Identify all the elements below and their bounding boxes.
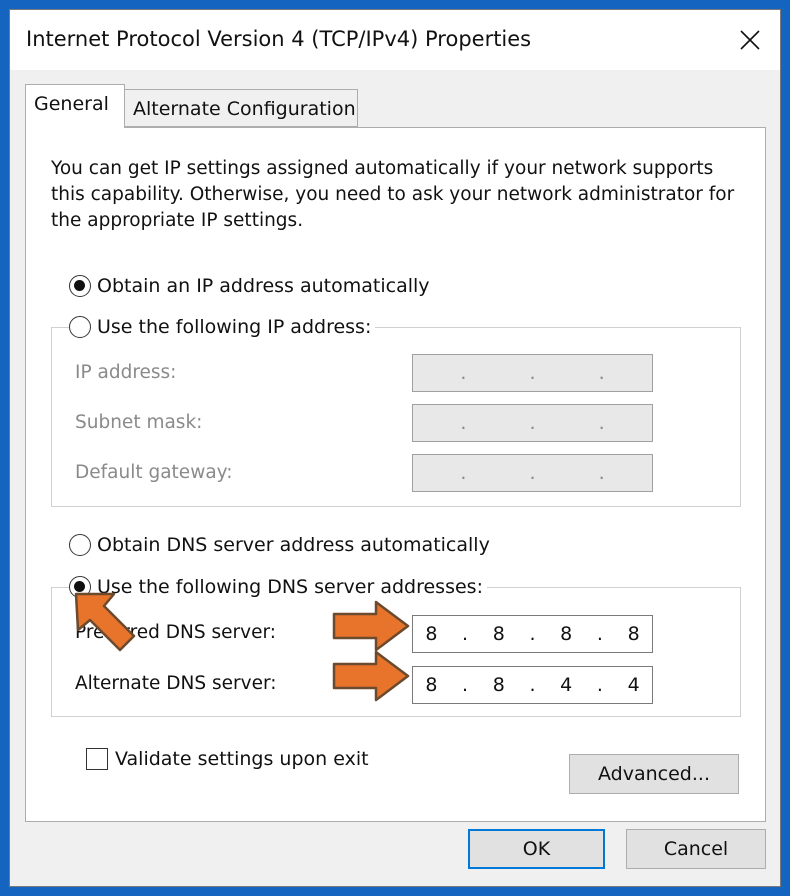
- use-following-ip-radio[interactable]: Use the following IP address:: [69, 316, 376, 338]
- subnet-mask-label: Subnet mask:: [75, 412, 203, 433]
- close-icon: [740, 30, 760, 50]
- validate-settings-checkbox[interactable]: Validate settings upon exit: [86, 748, 369, 770]
- subnet-mask-input: ...: [412, 404, 653, 442]
- checkbox-unchecked-icon: [86, 748, 108, 770]
- radio-unselected-icon: [69, 534, 91, 556]
- alternate-dns-label: Alternate DNS server:: [75, 673, 277, 694]
- obtain-dns-auto-radio[interactable]: Obtain DNS server address automatically: [69, 534, 494, 556]
- validate-settings-label: Validate settings upon exit: [115, 748, 369, 770]
- properties-dialog: Internet Protocol Version 4 (TCP/IPv4) P…: [9, 9, 781, 887]
- use-following-ip-label: Use the following IP address:: [97, 316, 372, 338]
- preferred-dns-input[interactable]: 8.8.8.8: [412, 615, 653, 653]
- cancel-button[interactable]: Cancel: [626, 829, 766, 869]
- obtain-ip-auto-label: Obtain an IP address automatically: [97, 275, 430, 297]
- annotation-arrow-icon: [332, 650, 410, 702]
- use-following-dns-label: Use the following DNS server addresses:: [97, 576, 483, 598]
- obtain-ip-auto-radio[interactable]: Obtain an IP address automatically: [69, 275, 434, 297]
- annotation-arrow-icon: [332, 600, 410, 652]
- close-button[interactable]: [720, 10, 780, 70]
- obtain-dns-auto-label: Obtain DNS server address automatically: [97, 534, 490, 556]
- alternate-dns-input[interactable]: 8.8.4.4: [412, 666, 653, 704]
- default-gateway-input: ...: [412, 454, 653, 492]
- ok-button[interactable]: OK: [468, 829, 605, 869]
- ip-address-label: IP address:: [75, 362, 177, 383]
- tab-general[interactable]: General: [25, 84, 125, 128]
- ip-address-input: ...: [412, 354, 653, 392]
- tab-alternate-configuration[interactable]: Alternate Configuration: [124, 89, 358, 127]
- radio-selected-icon: [69, 275, 91, 297]
- radio-unselected-icon: [69, 316, 91, 338]
- window-title: Internet Protocol Version 4 (TCP/IPv4) P…: [26, 27, 532, 51]
- annotation-arrow-icon: [74, 592, 136, 652]
- default-gateway-label: Default gateway:: [75, 462, 233, 483]
- advanced-button[interactable]: Advanced...: [569, 754, 739, 794]
- title-bar[interactable]: Internet Protocol Version 4 (TCP/IPv4) P…: [10, 10, 780, 70]
- intro-text: You can get IP settings assigned automat…: [51, 158, 735, 231]
- general-panel: You can get IP settings assigned automat…: [25, 127, 766, 822]
